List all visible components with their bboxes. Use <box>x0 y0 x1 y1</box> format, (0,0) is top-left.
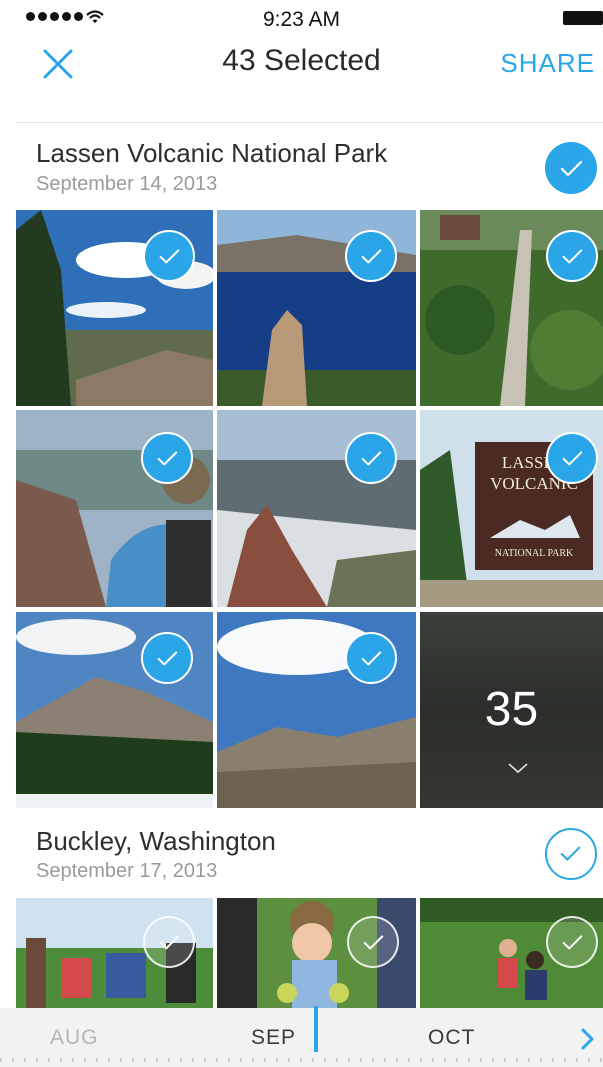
select-toggle[interactable] <box>141 432 193 484</box>
select-toggle[interactable] <box>546 230 598 282</box>
sign-subtext: NATIONAL PARK <box>494 548 574 559</box>
checkmark-icon <box>562 451 583 466</box>
checkmark-icon <box>560 160 583 177</box>
section-title: Lassen Volcanic National Park <box>36 138 388 168</box>
checkmark-icon <box>361 651 382 666</box>
status-bar: 9:23 AM <box>0 0 603 44</box>
checkmark-icon <box>157 451 178 466</box>
section-select-toggle[interactable] <box>545 142 597 194</box>
checkmark-icon <box>361 249 382 264</box>
chevron-right-icon[interactable] <box>578 1027 596 1051</box>
checkmark-icon <box>560 846 581 861</box>
photo-tile[interactable] <box>16 898 213 1008</box>
select-toggle[interactable] <box>546 432 598 484</box>
chevron-down-icon <box>508 763 528 774</box>
checkmark-icon <box>562 249 583 264</box>
timeline-month[interactable]: AUG <box>50 1026 99 1050</box>
photo-tile[interactable] <box>217 898 416 1008</box>
select-toggle[interactable] <box>143 230 195 282</box>
checkmark-icon <box>361 451 382 466</box>
select-toggle[interactable] <box>546 916 598 968</box>
photo-tile[interactable] <box>217 612 416 808</box>
section-date: September 14, 2013 <box>36 173 218 195</box>
checkmark-icon <box>157 651 178 666</box>
photo-tile[interactable] <box>217 210 416 406</box>
divider <box>16 122 603 123</box>
status-time: 9:23 AM <box>262 8 341 31</box>
photo-tile[interactable] <box>16 210 213 406</box>
select-toggle[interactable] <box>143 916 195 968</box>
select-toggle[interactable] <box>345 632 397 684</box>
timeline-month-current[interactable]: SEP <box>251 1026 296 1050</box>
photo-tile[interactable] <box>420 898 603 1008</box>
checkmark-icon <box>159 935 180 950</box>
select-toggle[interactable] <box>345 230 397 282</box>
photo-tile[interactable]: LASSEN VOLCANIC NATIONAL PARK <box>420 410 603 607</box>
checkmark-icon <box>159 249 180 264</box>
photo-tile[interactable] <box>217 410 416 607</box>
timeline-ticks <box>0 1058 603 1064</box>
battery-icon <box>563 11 603 25</box>
section-title: Buckley, Washington <box>36 826 276 856</box>
select-toggle[interactable] <box>141 632 193 684</box>
checkmark-icon <box>562 935 583 950</box>
select-toggle[interactable] <box>345 432 397 484</box>
photo-tile[interactable] <box>16 410 213 607</box>
section-date: September 17, 2013 <box>36 860 218 882</box>
photo-tile[interactable] <box>16 612 213 808</box>
photo-tile[interactable] <box>420 210 603 406</box>
section-select-toggle[interactable] <box>545 828 597 880</box>
share-button[interactable]: SHARE <box>480 48 595 79</box>
more-photos-tile[interactable]: 35 <box>420 612 603 808</box>
timeline-position-marker[interactable] <box>314 1006 318 1052</box>
checkmark-icon <box>363 935 384 950</box>
more-photos-count: 35 <box>484 683 539 736</box>
timeline-month[interactable]: OCT <box>428 1026 475 1050</box>
select-toggle[interactable] <box>347 916 399 968</box>
